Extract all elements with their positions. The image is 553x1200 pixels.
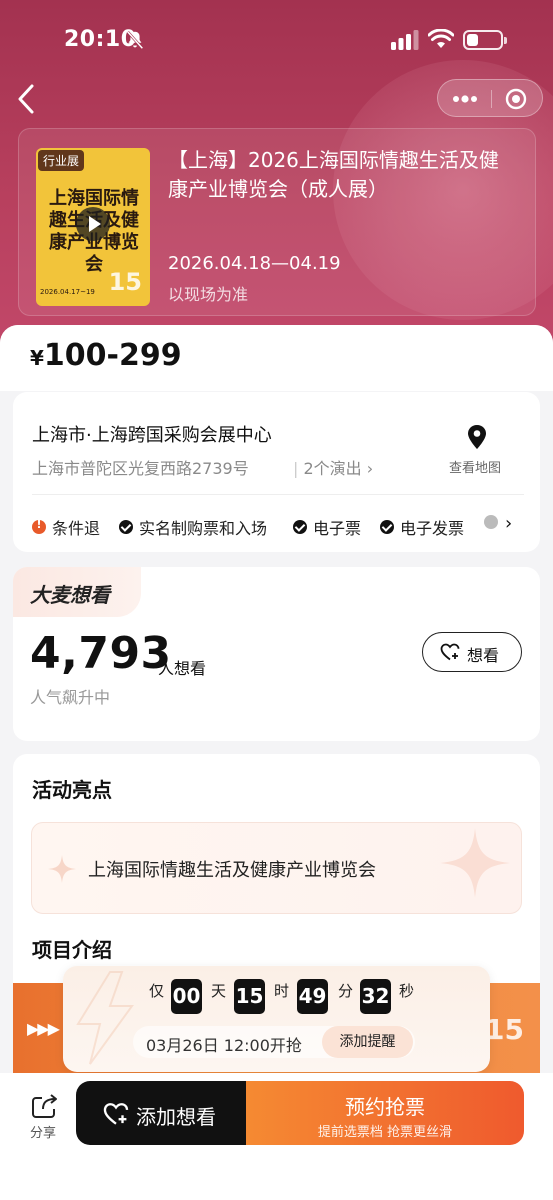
venue-shows-count: 2个演出 (303, 459, 362, 478)
heart-plus-icon (103, 1103, 129, 1125)
countdown-hours-unit: 时 (274, 982, 290, 1000)
bell-off-icon (126, 30, 144, 50)
check-icon (484, 515, 498, 529)
show-title: 【上海】2026上海国际情趣生活及健康产业博览会（成人展） (168, 148, 499, 201)
price-value: 100-299 (43, 338, 182, 373)
miniapp-capsule (437, 79, 543, 117)
wifi-icon (428, 29, 454, 48)
policy-eticket[interactable]: 电子票 (293, 515, 361, 539)
countdown-minutes: 49 (297, 979, 328, 1014)
venue-name[interactable]: 上海市·上海跨国采购会展中心 (32, 421, 272, 447)
countdown-seconds-unit: 秒 (399, 982, 415, 1000)
want-unit: 人想看 (158, 659, 207, 678)
want-button[interactable]: 想看 (422, 632, 522, 672)
countdown-minutes-unit: 分 (338, 982, 354, 1000)
add-want-button[interactable]: 添加想看 (76, 1081, 246, 1145)
play-icon[interactable] (76, 207, 110, 241)
check-icon (380, 520, 394, 534)
sale-time: 03月26日 12:00开抢 (146, 1036, 302, 1055)
policy-refund[interactable]: 条件退 (32, 515, 100, 539)
chevron-right-icon: › (361, 459, 374, 478)
policy-label: 电子发票 (400, 519, 465, 538)
venue-address: 上海市普陀区光复西路2739号 (32, 459, 249, 478)
poster-badge: 15 (108, 268, 142, 296)
reserve-ticket-label: 预约抢票 (345, 1095, 425, 1119)
heart-plus-icon (440, 643, 460, 661)
signal-icon (391, 30, 419, 50)
arrows-icon: ▶▶▶ (27, 1019, 60, 1038)
policy-label: 条件退 (52, 519, 101, 538)
currency-symbol: ¥ (30, 346, 44, 370)
show-date: 2026.04.18—04.19 (168, 253, 341, 274)
show-poster[interactable]: 行业展 上海国际情趣生活及健康产业博览会 2026.04.17~19 15 (36, 148, 150, 306)
add-reminder-button[interactable]: 添加提醒 (322, 1026, 413, 1058)
highlight-text: 上海国际情趣生活及健康产业博览会 (88, 860, 376, 881)
policy-more-chevron-icon[interactable]: › (505, 513, 512, 534)
countdown-prefix: 仅 (149, 982, 165, 1000)
reserve-ticket-button[interactable]: 预约抢票 提前选票档 抢票更丝滑 (246, 1081, 524, 1145)
share-label[interactable]: 分享 (30, 1122, 56, 1141)
show-date-note: 以现场为准 (168, 285, 249, 304)
sparkle-icon (48, 855, 76, 883)
intro-title: 项目介绍 (32, 938, 112, 962)
check-icon (293, 520, 307, 534)
add-want-label: 添加想看 (136, 1105, 216, 1129)
share-icon[interactable] (31, 1093, 59, 1119)
poster-date: 2026.04.17~19 (40, 288, 95, 296)
venue-shows-link[interactable]: | 2个演出 › (293, 455, 373, 479)
want-button-label: 想看 (467, 646, 500, 665)
intro-badge: 15 (485, 1013, 524, 1046)
more-icon[interactable] (452, 90, 478, 108)
check-icon (119, 520, 133, 534)
want-count: 4,793 (30, 628, 172, 679)
poster-tag: 行业展 (38, 150, 85, 171)
reserve-ticket-sublabel: 提前选票档 抢票更丝滑 (317, 1125, 453, 1140)
map-pin-icon[interactable] (466, 424, 488, 450)
highlights-title: 活动亮点 (32, 778, 112, 802)
alert-icon (32, 518, 46, 534)
policy-einvoice[interactable]: 电子发票 (380, 515, 464, 539)
countdown-days: 00 (171, 979, 202, 1014)
sparkle-large-icon (440, 828, 510, 898)
price-range: ¥100-299 (30, 338, 182, 373)
lightning-icon (76, 971, 134, 1065)
back-icon[interactable] (12, 82, 42, 116)
want-badge: 大麦想看 (30, 583, 110, 607)
countdown-seconds: 32 (360, 979, 391, 1014)
policy-label: 电子票 (313, 519, 362, 538)
capsule-divider (491, 90, 492, 108)
countdown-days-unit: 天 (211, 982, 227, 1000)
divider (32, 494, 524, 495)
battery-icon (463, 30, 507, 50)
close-miniapp-icon[interactable] (505, 88, 527, 110)
view-map-link[interactable]: 查看地图 (449, 457, 501, 476)
policy-realname[interactable]: 实名制购票和入场 (119, 515, 267, 539)
policy-label: 实名制购票和入场 (139, 519, 268, 538)
status-bar: 20:10 (0, 0, 553, 80)
policy-more-dot (484, 515, 504, 529)
want-trend: 人气飙升中 (30, 688, 111, 707)
countdown-hours: 15 (234, 979, 265, 1014)
